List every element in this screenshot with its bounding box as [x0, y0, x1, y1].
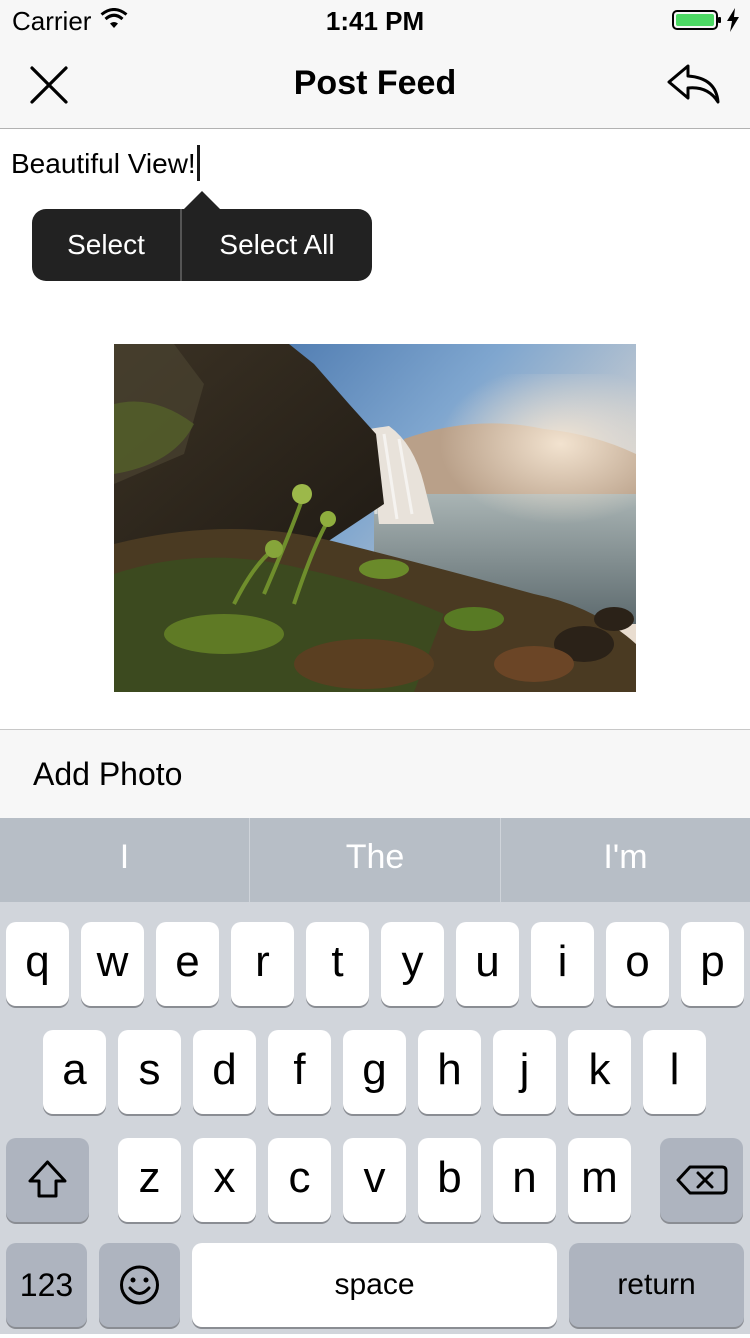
- shift-key[interactable]: [6, 1138, 89, 1222]
- key-j[interactable]: j: [493, 1030, 556, 1114]
- key-c[interactable]: c: [268, 1138, 331, 1222]
- charging-bolt-icon: [727, 8, 739, 32]
- attached-photo[interactable]: [114, 344, 636, 692]
- key-n[interactable]: n: [493, 1138, 556, 1222]
- edit-menu: Select Select All: [32, 209, 372, 281]
- key-h[interactable]: h: [418, 1030, 481, 1114]
- key-a[interactable]: a: [43, 1030, 106, 1114]
- shift-icon: [28, 1160, 67, 1198]
- suggestion-1[interactable]: I: [0, 818, 249, 902]
- numbers-key[interactable]: 123: [6, 1243, 87, 1327]
- waterfall-landscape-image: [114, 344, 636, 692]
- key-g[interactable]: g: [343, 1030, 406, 1114]
- key-k[interactable]: k: [568, 1030, 631, 1114]
- edit-menu-pointer: [183, 191, 221, 210]
- key-u[interactable]: u: [456, 922, 519, 1006]
- delete-key[interactable]: [660, 1138, 743, 1222]
- key-y[interactable]: y: [381, 922, 444, 1006]
- key-r[interactable]: r: [231, 922, 294, 1006]
- clock: 1:41 PM: [325, 6, 425, 36]
- battery-icon: [672, 10, 721, 30]
- key-e[interactable]: e: [156, 922, 219, 1006]
- reply-arrow-icon[interactable]: [666, 60, 722, 106]
- key-l[interactable]: l: [643, 1030, 706, 1114]
- key-v[interactable]: v: [343, 1138, 406, 1222]
- key-z[interactable]: z: [118, 1138, 181, 1222]
- key-x[interactable]: x: [193, 1138, 256, 1222]
- key-d[interactable]: d: [193, 1030, 256, 1114]
- select-button[interactable]: Select: [32, 209, 180, 281]
- return-key[interactable]: return: [569, 1243, 744, 1327]
- backspace-icon: [676, 1165, 728, 1195]
- suggestion-bar: I The I'm: [0, 818, 750, 902]
- emoji-icon: [120, 1265, 159, 1305]
- add-photo-button[interactable]: Add Photo: [33, 756, 182, 793]
- status-bar: Carrier 1:41 PM: [0, 0, 750, 40]
- key-s[interactable]: s: [118, 1030, 181, 1114]
- key-t[interactable]: t: [306, 922, 369, 1006]
- key-w[interactable]: w: [81, 922, 144, 1006]
- keyboard: I The I'm q w e r t y u i o p a s d f g …: [0, 818, 750, 1334]
- key-o[interactable]: o: [606, 922, 669, 1006]
- suggestion-3[interactable]: I'm: [501, 818, 750, 902]
- key-b[interactable]: b: [418, 1138, 481, 1222]
- text-cursor: [196, 145, 200, 181]
- page-title: Post Feed: [293, 64, 457, 102]
- add-photo-bar: Add Photo: [0, 729, 750, 819]
- key-p[interactable]: p: [681, 922, 744, 1006]
- post-text-field[interactable]: Beautiful View!: [11, 145, 200, 181]
- navigation-bar: Post Feed: [0, 40, 750, 129]
- key-f[interactable]: f: [268, 1030, 331, 1114]
- post-text: Beautiful View!: [11, 148, 196, 179]
- key-m[interactable]: m: [568, 1138, 631, 1222]
- emoji-key[interactable]: [99, 1243, 180, 1327]
- suggestion-2[interactable]: The: [250, 818, 500, 902]
- key-i[interactable]: i: [531, 922, 594, 1006]
- select-all-button[interactable]: Select All: [182, 209, 372, 281]
- key-q[interactable]: q: [6, 922, 69, 1006]
- space-key[interactable]: space: [192, 1243, 557, 1327]
